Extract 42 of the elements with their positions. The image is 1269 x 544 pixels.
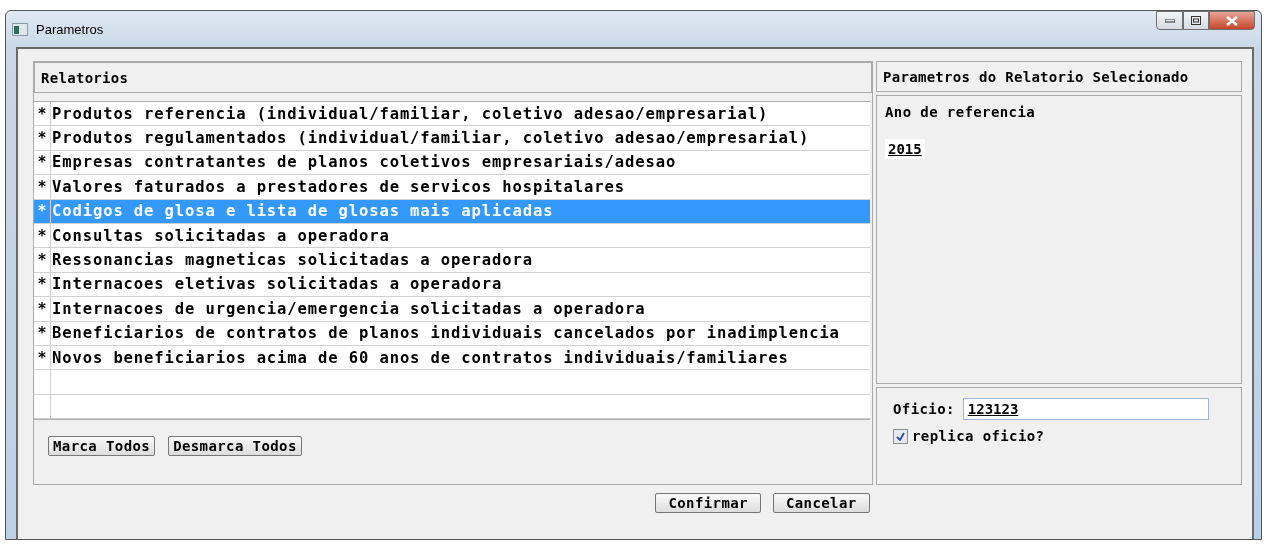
report-row[interactable]: * Beneficiarios de contratos de planos individuais cancelados por inadimplencia	[34, 321, 870, 346]
report-row[interactable]: * Empresas contratantes de planos coletivos empresariais/adesao	[34, 150, 870, 176]
report-label: Produtos regulamentados (individual/familiar, coletivo adesao/empresarial)	[51, 128, 810, 150]
report-label: Consultas solicitadas a operadora	[51, 225, 390, 247]
app-icon	[12, 22, 28, 36]
select-button[interactable]: Marca Todos	[48, 436, 156, 457]
dialog-button[interactable]: Cancelar	[772, 493, 870, 513]
year-field[interactable]: 2015	[885, 139, 925, 159]
replicate-checkbox[interactable]	[893, 428, 908, 444]
year-label: Ano de referencia	[885, 104, 1036, 120]
report-label: Internacoes eletivas solicitadas a operadora	[51, 274, 503, 296]
select-button[interactable]: Desmarca Todos	[168, 436, 302, 457]
report-label: Empresas contratantes de planos coletivos empresariais/adesao	[51, 152, 677, 174]
window-title: Parametros	[36, 21, 104, 37]
report-label: Produtos referencia (individual/familiar, coletivo adesao/empresarial)	[51, 103, 769, 125]
maximize-button[interactable]	[1183, 11, 1209, 30]
dialog-button[interactable]: Confirmar	[655, 493, 761, 513]
parameters-header: Parametros do Relatorio Selecionado	[876, 61, 1242, 92]
minimize-button[interactable]	[1156, 11, 1183, 30]
report-row[interactable]: * Internacoes de urgencia/emergencia solicitadas a operadora	[34, 297, 870, 322]
oficio-label: Oficio:	[893, 401, 955, 417]
minimize-icon	[1164, 18, 1175, 23]
report-row[interactable]: * Ressonancias magneticas solicitadas a operadora	[34, 248, 870, 273]
reports-header: Relatorios	[34, 62, 872, 93]
report-row[interactable]: * Produtos referencia (individual/familiar, coletivo adesao/empresarial)	[34, 102, 870, 127]
report-row[interactable]: * Novos beneficiarios acima de 60 anos de contratos individuais/familiares	[34, 345, 870, 371]
report-label: Beneficiarios de contratos de planos individuais cancelados por inadimplencia	[51, 323, 840, 345]
replicate-label: replica oficio?	[912, 428, 1045, 444]
report-row[interactable]: * Produtos regulamentados (individual/familiar, coletivo adesao/empresarial)	[34, 126, 870, 151]
close-button[interactable]	[1209, 11, 1255, 30]
maximize-icon	[1191, 16, 1201, 25]
report-label: Ressonancias magneticas solicitadas a operadora	[51, 250, 533, 272]
check-icon	[896, 431, 905, 441]
report-label: Valores faturados a prestadores de servicos hospitalares	[51, 176, 625, 198]
report-row[interactable]: * Internacoes eletivas solicitadas a operadora	[34, 272, 870, 298]
report-row[interactable]: * Consultas solicitadas a operadora	[34, 223, 870, 249]
report-label: Internacoes de urgencia/emergencia solicitadas a operadora	[51, 298, 646, 320]
report-label: Novos beneficiarios acima de 60 anos de contratos individuais/familiares	[51, 347, 789, 369]
report-label: Codigos de glosa e lista de glosas mais aplicadas	[51, 201, 554, 223]
report-row[interactable]: * Valores faturados a prestadores de servicos hospitalares	[34, 175, 870, 200]
close-icon	[1226, 15, 1238, 26]
oficio-field[interactable]: 123123	[962, 398, 1209, 420]
